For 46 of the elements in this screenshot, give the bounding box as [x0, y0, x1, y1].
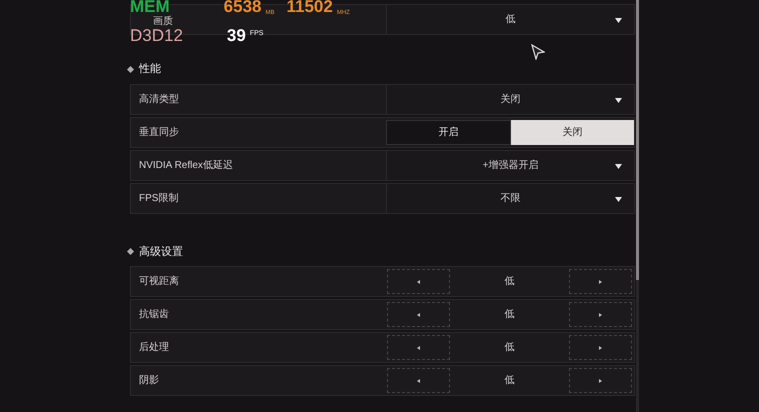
- stat-value: 11502: [286, 0, 333, 15]
- right-arrow-icon: [599, 378, 602, 382]
- left-arrow-icon: [417, 346, 420, 350]
- setting-label: 后处理: [139, 340, 169, 355]
- bullet-icon: [126, 248, 134, 256]
- cursor-icon: [531, 44, 545, 60]
- next-button[interactable]: [569, 368, 632, 393]
- toggle-option[interactable]: 关闭: [511, 120, 634, 144]
- stat-value: 39: [226, 27, 246, 44]
- right-arrow-icon: [599, 346, 602, 350]
- setting-label: 高清类型: [139, 92, 179, 106]
- setting-label: 垂直同步: [139, 126, 179, 140]
- previous-button[interactable]: [387, 302, 450, 327]
- stat-label: MEM: [130, 0, 170, 15]
- setting-value: 低: [504, 275, 514, 289]
- caret-icon: [615, 196, 622, 202]
- previous-button[interactable]: [387, 368, 450, 393]
- scrollbar-thumb[interactable]: [636, 0, 639, 280]
- toggle-option[interactable]: 开启: [386, 120, 511, 144]
- next-button[interactable]: [569, 302, 632, 327]
- setting-label: 抗锯齿: [139, 308, 169, 322]
- right-arrow-icon: [599, 312, 602, 316]
- right-arrow-icon: [599, 280, 602, 284]
- setting-label: FPS限制: [139, 192, 178, 206]
- next-button[interactable]: [569, 335, 632, 360]
- setting-value: 低: [504, 308, 514, 322]
- caret-icon: [615, 18, 622, 23]
- previous-button[interactable]: [387, 269, 450, 294]
- stat-value: 6538: [224, 0, 262, 15]
- caret-icon: [615, 98, 622, 102]
- setting-value: 低: [504, 374, 514, 388]
- setting-label: 阴影: [139, 374, 159, 388]
- setting-label: 可视距离: [139, 274, 179, 289]
- setting-value: 低: [504, 341, 514, 355]
- next-button[interactable]: [569, 269, 632, 294]
- previous-button[interactable]: [387, 335, 450, 360]
- section-title: 性能: [139, 62, 161, 77]
- setting-label: NVIDIA Reflex低延迟: [139, 158, 233, 172]
- section-title: 高级设置: [139, 244, 183, 260]
- left-arrow-icon: [417, 312, 420, 316]
- left-arrow-icon: [417, 280, 420, 284]
- left-arrow-icon: [417, 378, 420, 382]
- setting-label: 画质: [153, 14, 173, 29]
- caret-icon: [615, 164, 622, 168]
- stat-label: D3D12: [130, 27, 183, 44]
- bullet-icon: [126, 66, 134, 73]
